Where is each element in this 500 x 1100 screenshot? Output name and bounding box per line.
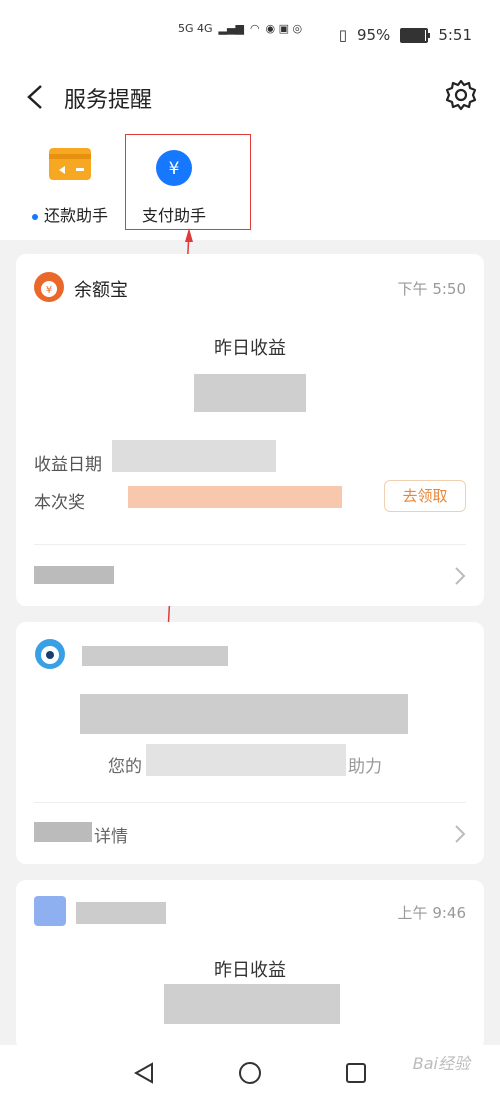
row-label: 收益日期: [34, 455, 102, 475]
yuebao-icon: ¥: [34, 272, 64, 302]
blurred-subtitle: [146, 744, 346, 776]
blurred-link: [34, 566, 114, 584]
blurred-amount: [194, 374, 306, 412]
headline: 昨日收益: [214, 960, 286, 981]
blurred-title: [76, 902, 166, 924]
blurred-value: [112, 440, 276, 472]
blurred-link: [34, 822, 92, 842]
card-time: 上午 9:46: [397, 904, 466, 922]
mascot-icon: [35, 639, 65, 669]
watermark: Bai经验: [412, 1054, 470, 1073]
chevron-right-icon: [455, 825, 466, 843]
blurred-amount: [80, 694, 408, 734]
subtitle: 您的: [108, 757, 142, 777]
subtitle: 助力: [348, 757, 382, 777]
divider: [34, 802, 466, 803]
card-time: 下午 5:50: [397, 280, 466, 298]
fund-card[interactable]: 上午 9:46 昨日收益: [16, 880, 484, 1050]
divider: [34, 544, 466, 545]
nav-home-icon[interactable]: [238, 1061, 262, 1085]
balance-card[interactable]: ¥ 余额宝 下午 5:50 昨日收益 收益日期 本次奖 去领取: [16, 254, 484, 606]
app-icon: [34, 896, 66, 926]
blurred-value: [128, 486, 342, 508]
row-label: 本次奖: [34, 493, 85, 513]
nav-back-icon[interactable]: [132, 1061, 156, 1085]
card-title: 余额宝: [74, 280, 128, 301]
chevron-right-icon: [455, 567, 466, 585]
blurred-title: [82, 646, 228, 666]
claim-button[interactable]: 去领取: [384, 480, 466, 512]
activity-card[interactable]: 您的 助力 详情: [16, 622, 484, 864]
blurred-amount: [164, 984, 340, 1024]
svg-text:¥: ¥: [46, 285, 52, 296]
headline: 昨日收益: [214, 338, 286, 359]
footer-label: 详情: [94, 827, 128, 847]
nav-recents-icon[interactable]: [344, 1061, 368, 1085]
